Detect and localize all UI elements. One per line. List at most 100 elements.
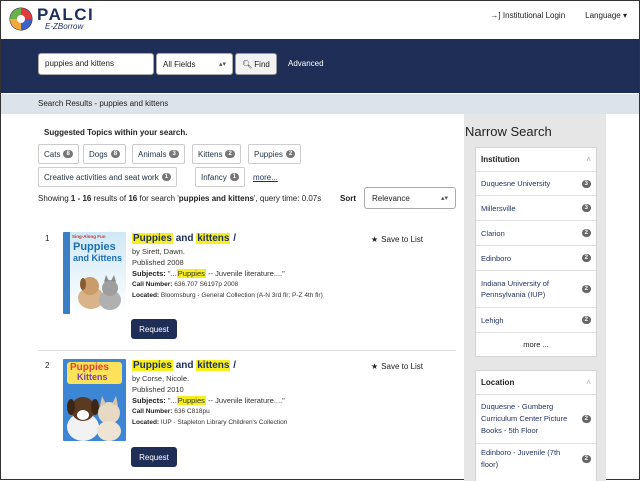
request-button[interactable]: Request (131, 319, 177, 339)
subjects-post: -- Juvenile literature...." (207, 396, 285, 405)
result-author[interactable]: by Sirett, Dawn. (132, 246, 382, 257)
topic-label: Dogs (89, 149, 108, 159)
search-field-select[interactable]: All Fields ▴▾ (156, 53, 233, 75)
facet-item[interactable]: Duquesne University 3 (476, 172, 596, 196)
facet-item[interactable]: Indiana University of Pennsylvania (IUP)… (476, 271, 596, 308)
select-arrows-icon: ▴▾ (440, 195, 448, 202)
results-total: 16 (128, 194, 138, 203)
select-arrows-icon: ▴▾ (218, 61, 226, 68)
facet-item[interactable]: Millersville 3 (476, 196, 596, 221)
title-highlight: kittens (196, 233, 231, 244)
narrow-search-sidebar: Narrow Search Institution ˄ Duquesne Uni… (464, 114, 606, 481)
facet-count: 3 (581, 204, 591, 212)
subjects-pre: "... (167, 269, 177, 278)
located-label: Located: (132, 292, 160, 299)
book-cover-image[interactable]: Puppies Kittens (63, 359, 126, 441)
cover-title-line2: and Kittens (73, 253, 123, 263)
topic-count: 1 (161, 173, 172, 181)
showing-label: Showing (38, 194, 69, 203)
facet-item[interactable]: Duquesne - Gumberg Curriculum Center Pic… (476, 395, 596, 444)
language-label: Language (585, 11, 621, 20)
sort-select[interactable]: Relevance ▴▾ (364, 187, 456, 209)
subjects-highlight: Puppies (176, 396, 206, 405)
location-heading: Location (481, 378, 515, 387)
result-subjects: Subjects: "...Puppies -- Juvenile litera… (132, 268, 382, 279)
topic-chip-animals[interactable]: Animals 3 (132, 144, 185, 164)
subjects-highlight: Puppies (176, 269, 206, 278)
institution-facet-panel: Institution ˄ Duquesne University 3 Mille… (475, 147, 597, 357)
advanced-search-link[interactable]: Advanced (288, 59, 324, 68)
topic-chip-infancy[interactable]: Infancy 1 (195, 167, 246, 187)
cover-title-line2: Kittens (77, 372, 108, 382)
find-button[interactable]: 🔍︎ Find (235, 53, 277, 75)
results-of-label: results of (93, 194, 127, 203)
facet-label: Indiana University of Pennsylvania (IUP) (481, 279, 549, 299)
facet-count: 2 (581, 316, 591, 324)
facet-item[interactable]: Edinboro - Juvenile (7th floor) 2 (476, 444, 596, 474)
result-item: 1 Sing-Along Fun Puppies and Kittens Pup… (38, 232, 456, 344)
topic-count: 2 (285, 150, 296, 158)
result-title-link[interactable]: Puppies and kittens / (132, 233, 236, 244)
suggested-topics-title: Suggested Topics within your search. (44, 128, 188, 137)
facet-label: Edinboro (481, 253, 512, 263)
facet-item[interactable]: Clarion 2 (476, 221, 596, 246)
title-highlight: Puppies (132, 233, 173, 244)
facet-count: 3 (581, 179, 591, 188)
result-author[interactable]: by Corse, Nicole. (132, 373, 382, 384)
located-value: IUP - Stapleton Library Children's Colle… (160, 419, 288, 426)
result-item: 2 Puppies Kittens Puppies and kittens / (38, 359, 456, 471)
institutional-login-link[interactable]: →] Institutional Login (490, 11, 565, 20)
title-highlight: kittens (196, 360, 231, 371)
chevron-up-icon: ˄ (586, 378, 591, 387)
topic-chip-kittens[interactable]: Kittens 2 (192, 144, 241, 164)
topic-count: 2 (225, 150, 235, 158)
save-to-list-button[interactable]: ★ Save to List (371, 235, 423, 244)
institution-heading: Institution (481, 155, 520, 164)
save-to-list-label: Save to List (381, 362, 423, 371)
result-title-link[interactable]: Puppies and kittens / (132, 360, 236, 371)
result-subjects: Subjects: "...Puppies -- Juvenile litera… (132, 395, 382, 406)
location-facet-header[interactable]: Location ˄ (476, 371, 596, 395)
facet-count: 2 (581, 285, 591, 293)
save-to-list-button[interactable]: ★ Save to List (371, 362, 423, 371)
results-column: Suggested Topics within your search. Cat… (38, 114, 458, 481)
book-cover-image[interactable]: Sing-Along Fun Puppies and Kittens (63, 232, 126, 314)
facet-item[interactable]: Edinboro 2 (476, 246, 596, 271)
subjects-post: -- Juvenile literature...." (207, 269, 285, 278)
topic-chip-puppies[interactable]: Puppies 2 (248, 144, 302, 164)
facet-label: Lehigh (481, 315, 504, 325)
palci-logo[interactable]: PALCI E-ZBorrow (9, 6, 94, 31)
topic-label: Infancy (201, 172, 227, 182)
result-location: Located: Bloomsburg - General Collection… (132, 290, 382, 301)
more-topics-link[interactable]: more... (253, 173, 278, 182)
result-published: Published 2008 (132, 258, 184, 267)
facet-item[interactable]: Lehigh 2 (476, 308, 596, 333)
title-and: and (175, 233, 194, 244)
facet-count: 2 (581, 415, 591, 423)
title-and: and (175, 360, 194, 371)
result-published: Published 2010 (132, 385, 184, 394)
topic-chip-cats[interactable]: Cats 8 (38, 144, 79, 164)
cover-title-line1: Puppies (73, 241, 116, 253)
topic-chip-dogs[interactable]: Dogs 8 (83, 144, 127, 164)
title-highlight: Puppies (132, 360, 173, 371)
search-icon: 🔍︎ (242, 59, 253, 69)
institution-facet-header[interactable]: Institution ˄ (476, 148, 596, 172)
results-query: puppies and kittens (178, 194, 254, 203)
subjects-label: Subjects: (132, 269, 166, 278)
login-icon: →] (490, 11, 501, 20)
search-input[interactable]: puppies and kittens (38, 53, 154, 75)
topic-count: 1 (229, 173, 240, 181)
topic-chip-creative-activities[interactable]: Creative activities and seat work 1 (38, 167, 178, 187)
institution-more-link[interactable]: more ... (476, 333, 596, 356)
call-number-label: Call Number: (132, 281, 173, 288)
topic-label: Puppies (254, 149, 283, 159)
title-end: / (233, 360, 237, 371)
narrow-search-title: Narrow Search (465, 124, 552, 139)
query-time: ', query time: 0.07s (253, 194, 322, 203)
topic-count: 3 (169, 150, 179, 158)
results-range: 1 - 16 (70, 194, 92, 203)
request-button[interactable]: Request (131, 447, 177, 467)
language-dropdown[interactable]: Language ▾ (585, 11, 627, 20)
caret-down-icon: ▾ (622, 11, 627, 20)
